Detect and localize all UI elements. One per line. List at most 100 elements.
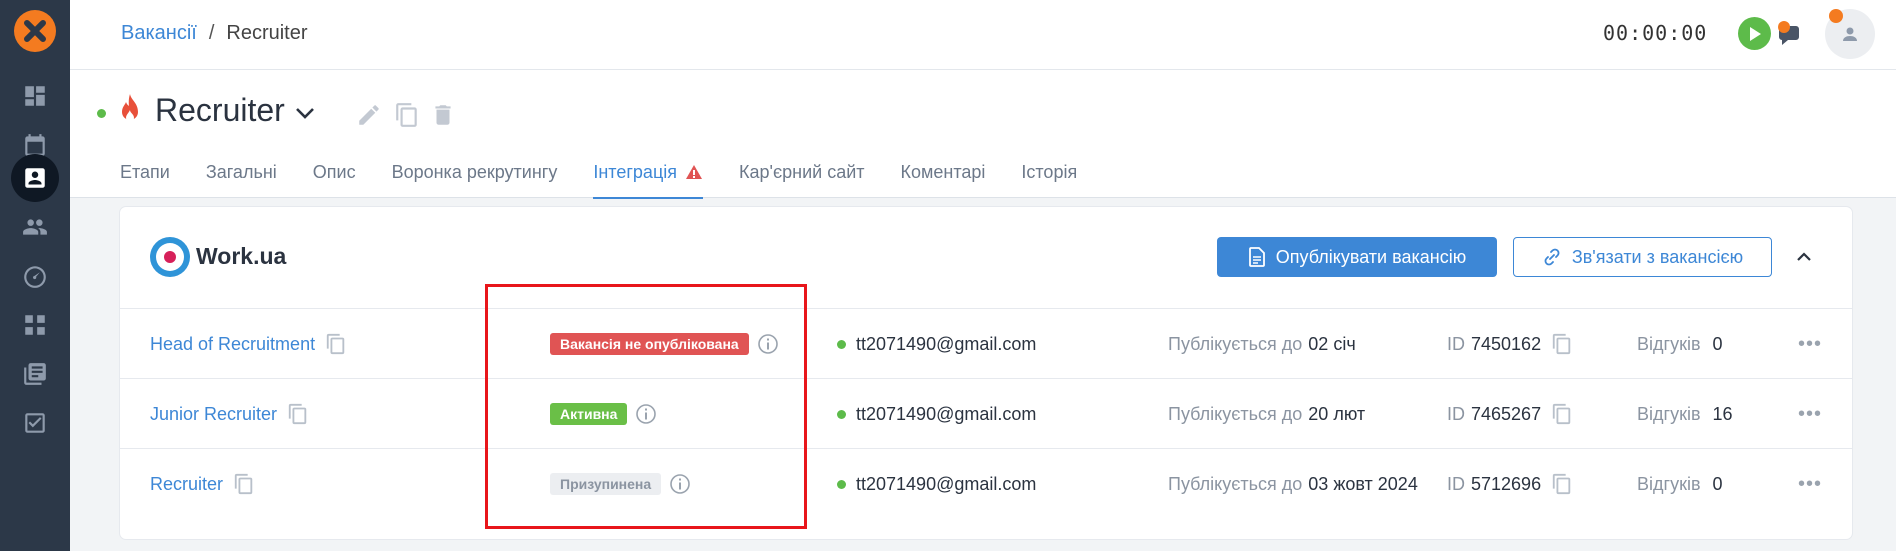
vacancy-name-link[interactable]: Junior Recruiter — [150, 404, 277, 425]
duplicate-button[interactable] — [394, 102, 420, 128]
email-text: tt2071490@gmail.com — [856, 403, 1037, 424]
pencil-icon — [359, 105, 379, 125]
vacancy-status-dot — [97, 109, 106, 118]
id-value: 7465267 — [1471, 403, 1542, 424]
responses-label: Відгуків — [1637, 403, 1701, 424]
sidebar-item-dashboard[interactable] — [11, 72, 59, 120]
id-value: 7450162 — [1471, 333, 1542, 354]
publish-until-value: 20 лют — [1308, 403, 1366, 424]
more-options-icon[interactable]: ••• — [1798, 403, 1822, 426]
publish-until-value: 03 жовт 2024 — [1308, 473, 1418, 494]
publish-until-label: Публікується до — [1168, 473, 1303, 494]
vacancies-icon — [25, 168, 45, 188]
breadcrumb: Вакансії / Recruiter — [121, 22, 308, 45]
copy-icon[interactable] — [1551, 332, 1573, 356]
link-vacancy-label: Зв'язати з вакансією — [1571, 246, 1744, 267]
tab-career-site[interactable]: Кар'єрний сайт — [739, 162, 865, 199]
id-label: ID — [1447, 403, 1465, 424]
more-options-icon[interactable]: ••• — [1798, 333, 1822, 356]
library-icon — [24, 363, 46, 385]
timer-play-button[interactable] — [1738, 17, 1771, 50]
trash-icon — [435, 105, 451, 125]
sidebar-item-analytics[interactable] — [11, 252, 59, 300]
table-row: Head of Recruitment Вакансія не опубліко… — [120, 308, 1852, 378]
logo-cross-icon — [24, 20, 46, 42]
copy-icon — [396, 103, 417, 127]
edit-button[interactable] — [356, 102, 382, 128]
publish-until-label: Публікується до — [1168, 403, 1303, 424]
integration-card: Work.ua Опублікувати вакансію Зв'язати з… — [120, 207, 1852, 539]
publish-until-value: 02 січ — [1308, 333, 1356, 354]
more-options-icon[interactable]: ••• — [1798, 473, 1822, 496]
vacancy-name-link[interactable]: Recruiter — [150, 474, 223, 495]
tasks-icon — [25, 413, 45, 433]
tab-integration-label: Інтеграція — [593, 162, 677, 182]
email-text: tt2071490@gmail.com — [856, 473, 1037, 494]
email-status-dot — [837, 339, 846, 349]
id-label: ID — [1447, 473, 1465, 494]
tab-comments[interactable]: Коментарі — [901, 162, 986, 199]
vacancy-header: Recruiter Етапи Загальні Опис Воронка ре… — [70, 70, 1896, 199]
tab-general[interactable]: Загальні — [206, 162, 277, 199]
timer-display: 00:00:00 — [1603, 21, 1708, 45]
copy-icon[interactable] — [1551, 402, 1573, 426]
chevron-up-icon — [1797, 252, 1811, 261]
table-row: Recruiter Призупинена tt2071490@gmail.co… — [120, 448, 1852, 518]
workflow-icon — [25, 315, 45, 335]
vacancy-name-link[interactable]: Head of Recruitment — [150, 334, 315, 355]
dashboard-icon — [25, 86, 45, 106]
title-dropdown[interactable] — [292, 100, 318, 126]
sidebar-item-vacancies[interactable] — [11, 154, 59, 202]
status-highlight-box — [485, 284, 807, 529]
copy-icon[interactable] — [1551, 472, 1573, 496]
breadcrumb-current: Recruiter — [226, 22, 308, 44]
workua-logo — [150, 237, 190, 277]
topbar: Вакансії / Recruiter 00:00:00 — [70, 0, 1896, 70]
provider-name: Work.ua — [196, 243, 287, 269]
email-text: tt2071490@gmail.com — [856, 333, 1037, 354]
responses-label: Відгуків — [1637, 333, 1701, 354]
publish-until-label: Публікується до — [1168, 333, 1303, 354]
publish-vacancy-label: Опублікувати вакансію — [1275, 246, 1467, 267]
tab-description[interactable]: Опис — [313, 162, 356, 199]
responses-value: 0 — [1712, 333, 1723, 354]
tab-stages[interactable]: Етапи — [120, 162, 170, 199]
breadcrumb-vacancies-link[interactable]: Вакансії — [121, 22, 197, 45]
tab-history[interactable]: Історія — [1021, 162, 1077, 199]
messages-button[interactable] — [1770, 14, 1810, 54]
sidebar-item-workflow[interactable] — [11, 301, 59, 349]
copy-icon[interactable] — [233, 472, 255, 496]
table-row: Junior Recruiter Активна tt2071490@gmail… — [120, 378, 1852, 448]
id-label: ID — [1447, 333, 1465, 354]
sidebar-item-candidates[interactable] — [11, 203, 59, 251]
app-logo[interactable] — [14, 10, 56, 52]
copy-icon[interactable] — [325, 332, 347, 356]
tab-integration[interactable]: Інтеграція — [593, 162, 703, 199]
sidebar — [0, 0, 70, 551]
user-icon — [1843, 27, 1857, 41]
chat-bubbles-icon — [1778, 21, 1799, 45]
publish-vacancy-button[interactable]: Опублікувати вакансію — [1217, 237, 1497, 277]
copy-icon[interactable] — [287, 402, 309, 426]
candidates-icon — [23, 219, 47, 235]
link-vacancy-button[interactable]: Зв'язати з вакансією — [1513, 237, 1772, 277]
breadcrumb-separator: / — [208, 22, 215, 44]
page-title: Recruiter — [155, 92, 285, 128]
link-icon — [1544, 248, 1560, 266]
tabs: Етапи Загальні Опис Воронка рекрутингу І… — [120, 162, 1113, 199]
fire-icon — [116, 92, 144, 126]
responses-value: 16 — [1712, 403, 1733, 424]
responses-label: Відгуків — [1637, 473, 1701, 494]
notification-dot — [1829, 9, 1843, 23]
tab-funnel[interactable]: Воронка рекрутингу — [392, 162, 558, 199]
warning-icon — [685, 164, 703, 185]
play-icon — [1749, 26, 1761, 41]
sidebar-item-library[interactable] — [11, 350, 59, 398]
chevron-down-icon — [296, 108, 314, 119]
document-icon — [1248, 247, 1265, 267]
email-status-dot — [837, 409, 846, 419]
delete-button[interactable] — [430, 102, 456, 128]
sidebar-item-tasks[interactable] — [11, 399, 59, 447]
responses-value: 0 — [1712, 473, 1723, 494]
collapse-button[interactable] — [1792, 245, 1816, 269]
